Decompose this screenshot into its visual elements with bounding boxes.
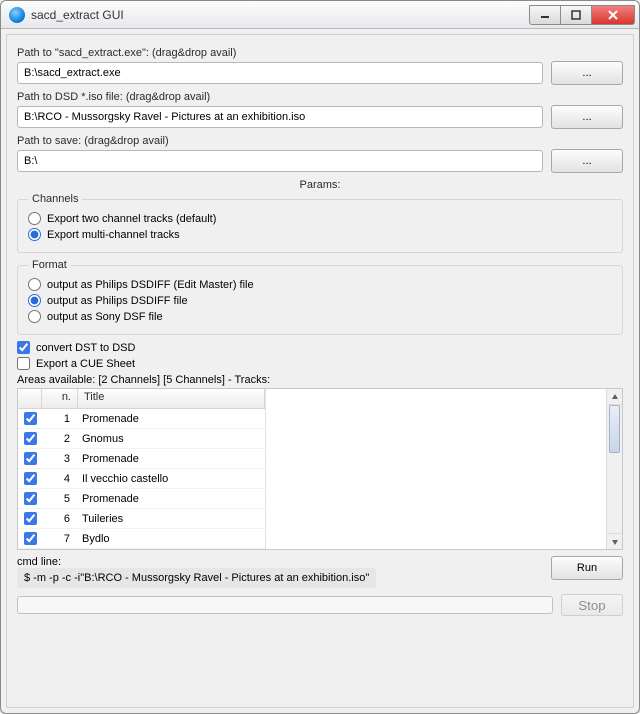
track-number: 6	[42, 513, 78, 525]
track-title: Promenade	[78, 413, 265, 425]
track-checkbox[interactable]	[24, 512, 37, 525]
table-row[interactable]: 4Il vecchio castello	[18, 469, 265, 489]
minimize-button[interactable]	[529, 5, 561, 25]
window-title: sacd_extract GUI	[31, 8, 530, 22]
format-dsdiff-input[interactable]	[28, 294, 41, 307]
close-button[interactable]	[591, 5, 635, 25]
format-dsdiff-radio[interactable]: output as Philips DSDIFF file	[28, 294, 612, 307]
table-row[interactable]: 1Promenade	[18, 409, 265, 429]
save-path-input[interactable]	[17, 150, 543, 172]
tracks-table: n. Title 1Promenade2Gnomus3Promenade4Il …	[18, 389, 266, 549]
table-row[interactable]: 6Tuileries	[18, 509, 265, 529]
cue-checkbox[interactable]	[17, 357, 30, 370]
cmdline-label: cmd line:	[17, 556, 543, 568]
scroll-thumb[interactable]	[609, 405, 620, 453]
tracks-empty-area	[266, 389, 622, 549]
track-number: 2	[42, 433, 78, 445]
track-title: Tuileries	[78, 513, 265, 525]
tracks-header: n. Title	[18, 389, 265, 409]
app-window: sacd_extract GUI Path to "sacd_extract.e…	[0, 0, 640, 714]
iso-path-label: Path to DSD *.iso file: (drag&drop avail…	[17, 91, 623, 103]
track-number: 5	[42, 493, 78, 505]
track-checkbox[interactable]	[24, 472, 37, 485]
track-checkbox[interactable]	[24, 492, 37, 505]
tracks-header-check[interactable]	[18, 389, 42, 408]
run-button[interactable]: Run	[551, 556, 623, 580]
channels-multi-input[interactable]	[28, 228, 41, 241]
channels-multi-radio[interactable]: Export multi-channel tracks	[28, 228, 612, 241]
save-path-label: Path to save: (drag&drop avail)	[17, 135, 623, 147]
table-row[interactable]: 5Promenade	[18, 489, 265, 509]
track-checkbox[interactable]	[24, 412, 37, 425]
channels-two-radio[interactable]: Export two channel tracks (default)	[28, 212, 612, 225]
titlebar[interactable]: sacd_extract GUI	[1, 1, 639, 29]
tracks-scrollbar[interactable]	[606, 389, 622, 549]
track-checkbox[interactable]	[24, 452, 37, 465]
format-dsdiff-edit-radio[interactable]: output as Philips DSDIFF (Edit Master) f…	[28, 278, 612, 291]
progress-bar	[17, 596, 553, 614]
channels-group: Channels Export two channel tracks (defa…	[17, 193, 623, 253]
track-number: 4	[42, 473, 78, 485]
track-title: Il vecchio castello	[78, 473, 265, 485]
areas-label: Areas available: [2 Channels] [5 Channel…	[17, 374, 623, 386]
track-title: Promenade	[78, 493, 265, 505]
channels-legend: Channels	[28, 193, 82, 205]
cmdline-value: $ -m -p -c -i"B:\RCO - Mussorgsky Ravel …	[17, 568, 376, 588]
tracks-header-n[interactable]: n.	[42, 389, 78, 408]
params-label: Params:	[17, 179, 623, 191]
format-group: Format output as Philips DSDIFF (Edit Ma…	[17, 259, 623, 335]
table-row[interactable]: 3Promenade	[18, 449, 265, 469]
format-dsf-radio[interactable]: output as Sony DSF file	[28, 310, 612, 323]
stop-button[interactable]: Stop	[561, 594, 623, 616]
dst-checkbox-label: convert DST to DSD	[36, 342, 135, 354]
track-number: 3	[42, 453, 78, 465]
scroll-up-arrow-icon[interactable]	[607, 389, 622, 405]
tracks-listview[interactable]: n. Title 1Promenade2Gnomus3Promenade4Il …	[17, 388, 623, 550]
format-dsf-input[interactable]	[28, 310, 41, 323]
window-buttons	[530, 5, 635, 25]
exe-path-input[interactable]	[17, 62, 543, 84]
track-number: 7	[42, 533, 78, 545]
scroll-track[interactable]	[607, 405, 622, 533]
channels-multi-label: Export multi-channel tracks	[47, 229, 180, 241]
cue-checkbox-row[interactable]: Export a CUE Sheet	[17, 357, 623, 370]
app-icon	[9, 7, 25, 23]
track-checkbox[interactable]	[24, 532, 37, 545]
tracks-header-title[interactable]: Title	[78, 389, 265, 408]
table-row[interactable]: 7Bydlo	[18, 529, 265, 549]
iso-path-input[interactable]	[17, 106, 543, 128]
exe-path-label: Path to "sacd_extract.exe": (drag&drop a…	[17, 47, 623, 59]
tracks-body: 1Promenade2Gnomus3Promenade4Il vecchio c…	[18, 409, 265, 549]
track-title: Promenade	[78, 453, 265, 465]
close-icon	[607, 10, 619, 20]
scroll-down-arrow-icon[interactable]	[607, 533, 622, 549]
track-checkbox[interactable]	[24, 432, 37, 445]
save-browse-button[interactable]: ...	[551, 149, 623, 173]
iso-browse-button[interactable]: ...	[551, 105, 623, 129]
minimize-icon	[540, 10, 550, 20]
cue-checkbox-label: Export a CUE Sheet	[36, 358, 135, 370]
dst-checkbox[interactable]	[17, 341, 30, 354]
exe-browse-button[interactable]: ...	[551, 61, 623, 85]
track-title: Gnomus	[78, 433, 265, 445]
format-dsdiff-edit-input[interactable]	[28, 278, 41, 291]
format-dsdiff-edit-label: output as Philips DSDIFF (Edit Master) f…	[47, 279, 254, 291]
client-area: Path to "sacd_extract.exe": (drag&drop a…	[6, 34, 634, 708]
table-row[interactable]: 2Gnomus	[18, 429, 265, 449]
dst-checkbox-row[interactable]: convert DST to DSD	[17, 341, 623, 354]
maximize-button[interactable]	[560, 5, 592, 25]
maximize-icon	[571, 10, 581, 20]
format-dsf-label: output as Sony DSF file	[47, 311, 163, 323]
channels-two-input[interactable]	[28, 212, 41, 225]
track-title: Bydlo	[78, 533, 265, 545]
format-dsdiff-label: output as Philips DSDIFF file	[47, 295, 188, 307]
track-number: 1	[42, 413, 78, 425]
format-legend: Format	[28, 259, 71, 271]
channels-two-label: Export two channel tracks (default)	[47, 213, 216, 225]
